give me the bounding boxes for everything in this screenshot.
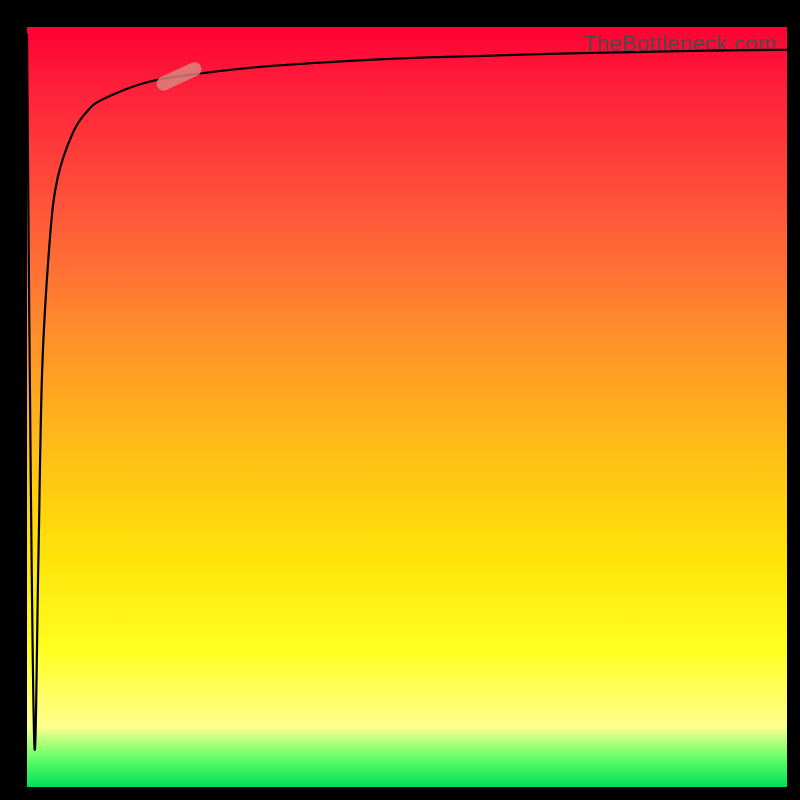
highlight-marker (154, 60, 203, 93)
curve-layer (27, 27, 787, 787)
plot-area: TheBottleneck.com (27, 27, 787, 787)
bottleneck-curve (27, 35, 787, 750)
chart-frame: TheBottleneck.com (0, 0, 800, 800)
